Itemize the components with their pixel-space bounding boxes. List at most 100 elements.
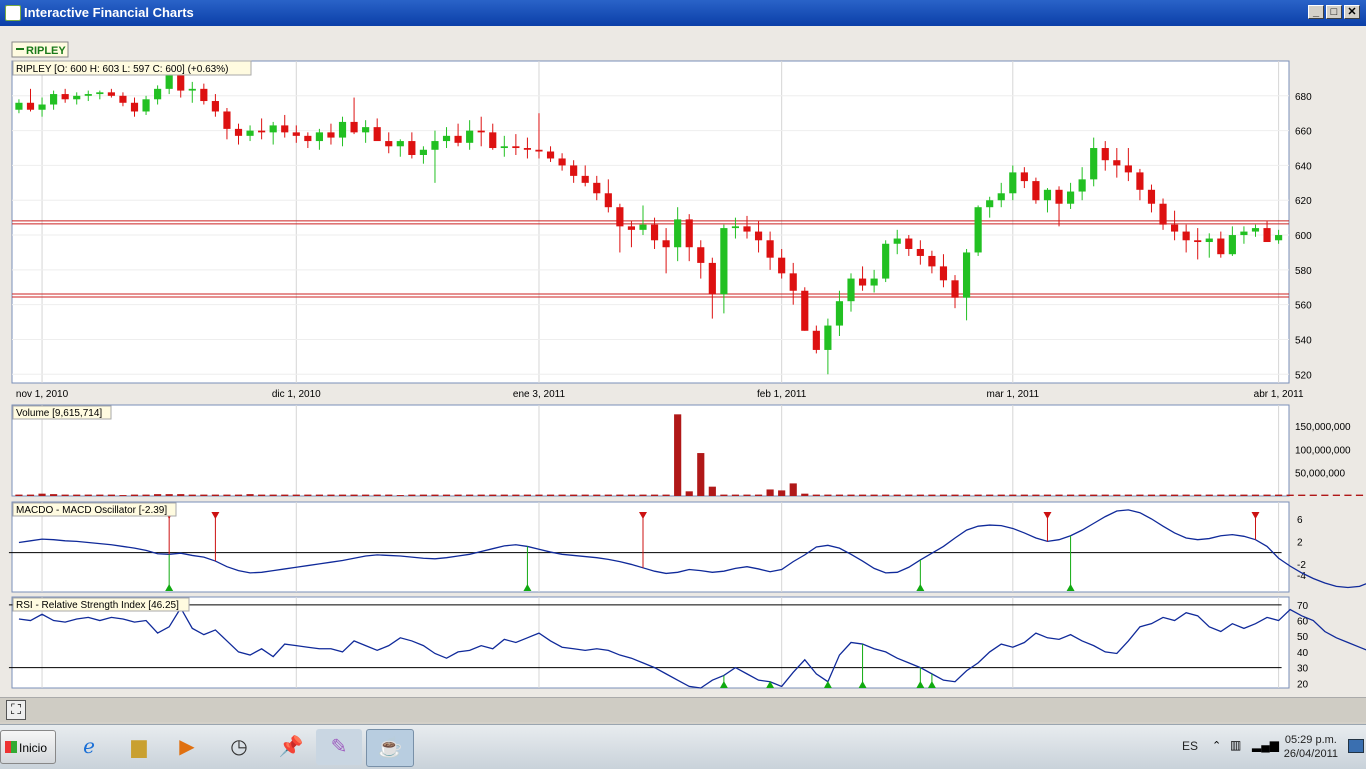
macd-tick-label: -2 xyxy=(1297,560,1306,571)
volume-bar xyxy=(720,494,728,496)
volume-bar xyxy=(685,491,693,496)
candle-body xyxy=(778,257,786,274)
volume-bar xyxy=(373,494,381,496)
volume-bar xyxy=(1217,494,1225,496)
signal-icon[interactable]: ▂▄▆ xyxy=(1252,738,1279,752)
volume-bar xyxy=(1147,494,1156,496)
candle-body xyxy=(847,278,855,302)
volume-bar xyxy=(789,483,797,496)
candle-body xyxy=(200,88,208,102)
legend-box[interactable]: RIPLEY xyxy=(11,41,69,58)
candle-body xyxy=(697,247,705,263)
volume-bar xyxy=(454,494,462,496)
volume-bar xyxy=(1043,494,1052,496)
title-bar: Interactive Financial Charts _ □ ✕ xyxy=(0,0,1366,26)
candle-body xyxy=(188,88,196,91)
volume-bar xyxy=(558,494,566,496)
volume-bar xyxy=(362,494,370,496)
media-player-icon[interactable]: ▶ xyxy=(164,729,210,765)
candle-body xyxy=(211,101,219,112)
volume-bar xyxy=(847,494,855,496)
volume-bar xyxy=(292,494,300,496)
volume-bar xyxy=(419,494,427,496)
fit-screen-button[interactable]: ⛶ xyxy=(6,700,26,720)
candle-body xyxy=(246,130,254,136)
java-app-icon xyxy=(5,5,21,21)
paint-icon[interactable]: ✎ xyxy=(316,729,362,765)
volume-tick-label: 150,000,000 xyxy=(1295,422,1351,433)
pushpin-icon[interactable]: 📌 xyxy=(268,729,314,765)
chart-canvas[interactable]: nov 1, 2010 dic 1, 2010 ene 3, 2011 feb 1, … xyxy=(0,26,1366,697)
volume-bar xyxy=(743,494,751,496)
network-icon[interactable]: ▥ xyxy=(1230,738,1241,752)
volume-bar xyxy=(1275,494,1283,496)
tray-expand-icon[interactable]: ⌃ xyxy=(1212,739,1221,752)
show-desktop-icon[interactable] xyxy=(1348,739,1364,753)
candle-body xyxy=(835,301,844,326)
volume-bar xyxy=(928,494,936,496)
volume-bar xyxy=(523,494,532,496)
volume-bar xyxy=(801,493,809,496)
volume-bar xyxy=(593,494,601,496)
candle-body xyxy=(1124,165,1132,173)
candle-body xyxy=(269,125,277,133)
volume-bar xyxy=(535,494,543,496)
price-tick-label: 640 xyxy=(1295,161,1312,172)
clock[interactable]: 05:29 p.m. 26/04/2011 xyxy=(1284,733,1338,761)
volume-bar xyxy=(1263,494,1271,496)
candle-body xyxy=(546,151,555,159)
volume-bar xyxy=(1228,494,1236,496)
volume-bar xyxy=(986,494,994,496)
volume-bar xyxy=(408,494,416,496)
candle-body xyxy=(708,262,716,295)
volume-bar xyxy=(73,494,81,496)
candle-body xyxy=(951,280,959,298)
volume-bar xyxy=(327,494,335,496)
x-tick-label: feb 1, 2011 xyxy=(757,389,807,400)
macd-tick-label: 6 xyxy=(1297,515,1303,526)
volume-bar xyxy=(778,490,786,496)
volume-bar xyxy=(1194,494,1202,496)
volume-bar xyxy=(258,494,266,496)
start-label: Inicio xyxy=(19,741,48,755)
java-taskbar-icon[interactable]: ☕ xyxy=(366,729,414,767)
candle-body xyxy=(824,325,832,350)
volume-bar xyxy=(338,494,347,496)
internet-explorer-icon[interactable]: ℯ xyxy=(66,729,112,765)
price-panel-label: RIPLEY [O: 600 H: 603 L: 597 C: 600] (+0… xyxy=(16,64,228,75)
candle-body xyxy=(743,226,751,232)
legend-symbol: RIPLEY xyxy=(26,45,66,57)
volume-bar xyxy=(50,494,58,496)
candle-body xyxy=(73,95,81,100)
candle-body xyxy=(489,132,497,149)
macd-panel xyxy=(11,501,1290,593)
candle-body xyxy=(1217,238,1225,255)
volume-bar xyxy=(697,453,705,496)
volume-bar xyxy=(188,494,196,496)
candle-body xyxy=(477,130,485,133)
language-indicator[interactable]: ES xyxy=(1182,739,1198,753)
close-button[interactable]: ✕ xyxy=(1344,5,1360,19)
candle-body xyxy=(1032,181,1040,201)
volume-bar xyxy=(905,494,913,496)
candle-body xyxy=(362,127,370,133)
volume-bar xyxy=(581,494,589,496)
candle-body xyxy=(119,95,127,103)
clock-app-icon[interactable]: ◷ xyxy=(216,729,262,765)
candle-body xyxy=(870,278,878,286)
volume-tick-label: 50,000,000 xyxy=(1295,469,1345,480)
volume-bar xyxy=(142,494,150,496)
candle-body xyxy=(616,207,624,227)
candle-body xyxy=(385,141,393,147)
folder-icon[interactable]: ▆ xyxy=(116,729,162,765)
volume-bar xyxy=(304,494,312,496)
candle-body xyxy=(431,141,439,150)
volume-bar xyxy=(962,494,971,496)
candle-body xyxy=(512,146,520,149)
maximize-button[interactable]: □ xyxy=(1326,5,1342,19)
volume-bar xyxy=(466,494,474,496)
volume-bar xyxy=(1090,494,1098,496)
volume-bar xyxy=(870,494,878,496)
start-button[interactable]: Inicio xyxy=(0,730,56,764)
minimize-button[interactable]: _ xyxy=(1308,5,1324,19)
